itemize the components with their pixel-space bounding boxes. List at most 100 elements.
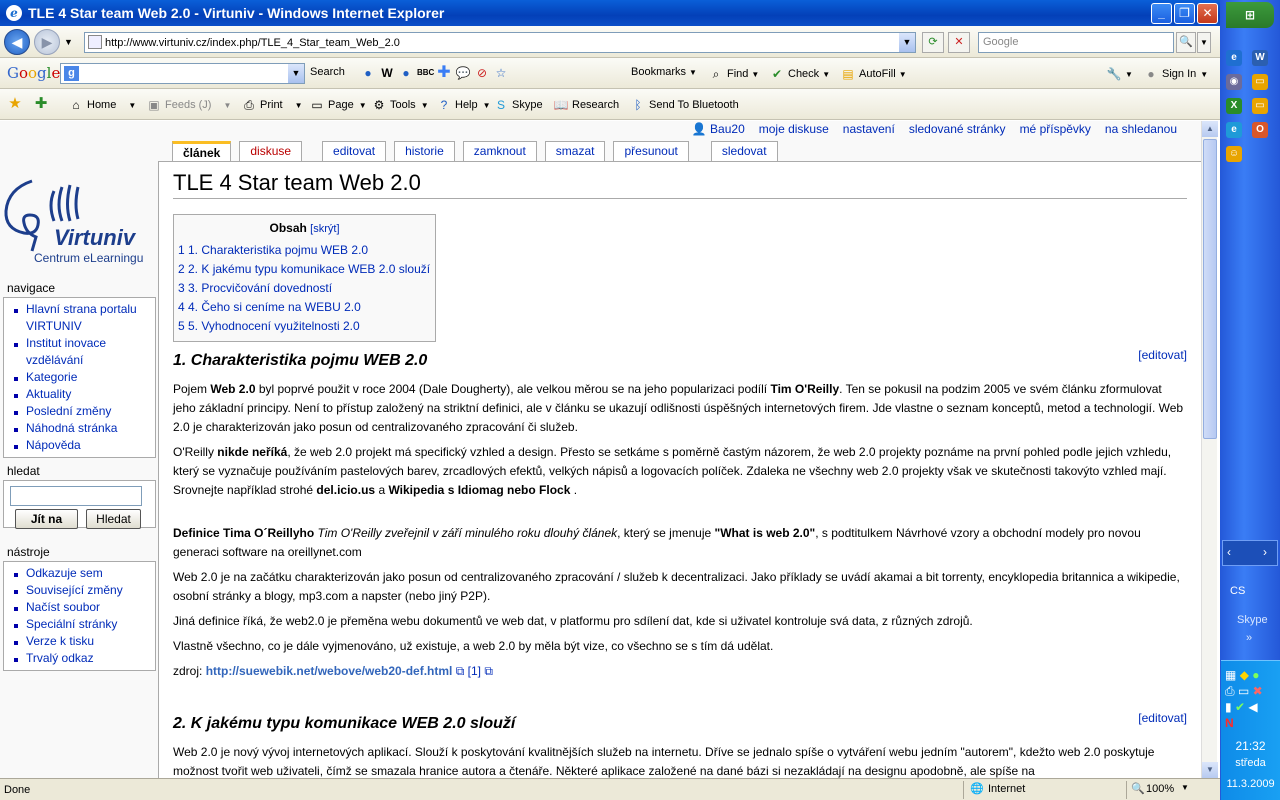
explorer-quicklaunch-icon[interactable]: ▭	[1252, 98, 1268, 114]
taskbar-next-icon[interactable]: ›	[1263, 545, 1267, 559]
forward-button[interactable]: ▶	[34, 28, 60, 55]
tool-upload[interactable]: Načíst soubor	[8, 599, 151, 616]
usb-icon[interactable]: ▮	[1225, 700, 1232, 714]
shield-icon[interactable]: ◆	[1240, 668, 1249, 682]
nav-item-main[interactable]: Hlavní strana portalu VIRTUNIV	[8, 301, 151, 335]
tab-protect[interactable]: zamknout	[462, 141, 537, 161]
site-logo[interactable]: Virtuniv Centrum eLearningu	[2, 171, 156, 269]
close-button[interactable]: ✕	[1197, 3, 1218, 24]
app-quicklaunch-icon[interactable]: e	[1226, 122, 1242, 138]
delicious-link[interactable]: del.icio.us	[316, 483, 375, 497]
outlook-quicklaunch-icon[interactable]: O	[1252, 122, 1268, 138]
bookmarks-button[interactable]: Bookmarks ▼	[631, 66, 697, 78]
stop-button[interactable]: ✕	[948, 32, 970, 53]
scroll-down-icon[interactable]: ▼	[1202, 762, 1218, 778]
maximize-button[interactable]: ❐	[1174, 3, 1195, 24]
reference-link[interactable]: [1]	[468, 664, 481, 678]
user-link[interactable]: 👤 Bau20	[692, 122, 745, 136]
find-button[interactable]: ⌕ Find ▼	[708, 66, 760, 82]
refresh-button[interactable]: ⟳	[922, 32, 944, 53]
word-quicklaunch-icon[interactable]: W	[1252, 50, 1268, 66]
google-search-input[interactable]: g ▼	[60, 63, 305, 84]
nav-item-categories[interactable]: Kategorie	[8, 369, 151, 386]
autofill-button[interactable]: ▤ AutoFill ▼	[840, 66, 906, 82]
tab-edit[interactable]: editovat	[322, 141, 387, 161]
favorites-star-icon[interactable]: ★	[7, 96, 23, 112]
status-icon[interactable]: ●	[1252, 668, 1259, 682]
zoom-dropdown-icon[interactable]: ▼	[1181, 783, 1189, 792]
edit-section-2-link[interactable]: [editovat]	[1138, 711, 1187, 725]
ie-quicklaunch-icon[interactable]: e	[1226, 50, 1242, 66]
clock-time[interactable]: 21:32	[1221, 739, 1280, 753]
tab-article[interactable]: článek	[172, 141, 232, 162]
toc-item-5[interactable]: 5 5. Vyhodnocení využitelnosti 2.0	[178, 317, 431, 336]
tool-print-version[interactable]: Verze k tisku	[8, 633, 151, 650]
tool-permalink[interactable]: Trvalý odkaz	[8, 650, 151, 667]
nav-item-help[interactable]: Nápověda	[8, 437, 151, 454]
back-button[interactable]: ◀	[4, 28, 30, 55]
watchlist-link[interactable]: sledované stránky	[909, 122, 1006, 136]
n-app-icon[interactable]: N	[1225, 716, 1234, 730]
history-dropdown-icon[interactable]: ▼	[64, 37, 73, 47]
sign-in-button[interactable]: ● Sign In ▼	[1143, 66, 1208, 82]
go-button[interactable]: Jít na	[15, 509, 78, 529]
globe-icon[interactable]: ●	[360, 65, 376, 81]
feeds-button[interactable]: ▣ Feeds (J) ▼	[146, 97, 231, 113]
popup-blocker-icon[interactable]: ⊘	[474, 65, 490, 81]
preferences-link[interactable]: nastavení	[843, 122, 895, 136]
my-talk-link[interactable]: moje diskuse	[759, 122, 829, 136]
nav-item-news[interactable]: Aktuality	[8, 386, 151, 403]
help-button[interactable]: ? Help ▼	[436, 97, 491, 113]
toc-item-2[interactable]: 2 2. K jakému typu komunikace WEB 2.0 sl…	[178, 260, 431, 279]
bluetooth-button[interactable]: ᛒ Send To Bluetooth	[630, 97, 738, 113]
page-button[interactable]: ▭ Page ▼	[309, 97, 366, 113]
messenger-quicklaunch-icon[interactable]: ☺	[1226, 146, 1242, 162]
search-options-icon[interactable]: ▼	[1197, 32, 1211, 53]
research-button[interactable]: 📖 Research	[553, 97, 620, 113]
tab-discussion[interactable]: diskuse	[239, 141, 303, 161]
tab-history[interactable]: historie	[394, 141, 455, 161]
network-icon[interactable]: ▦	[1225, 668, 1236, 682]
display-icon[interactable]: ▭	[1238, 684, 1249, 698]
address-field[interactable]: http://www.virtuniv.cz/index.php/TLE_4_S…	[84, 32, 916, 53]
spellcheck-button[interactable]: ✔ Check ▼	[769, 66, 830, 82]
home-button[interactable]: ⌂ Home ▼	[68, 97, 136, 113]
toc-item-1[interactable]: 1 1. Charakteristika pojmu WEB 2.0	[178, 241, 431, 260]
minimize-button[interactable]: _	[1151, 3, 1172, 24]
tool-related-changes[interactable]: Související změny	[8, 582, 151, 599]
nav-item-random[interactable]: Náhodná stránka	[8, 420, 151, 437]
search-input[interactable]: Google	[978, 32, 1174, 53]
media-quicklaunch-icon[interactable]: ◉	[1226, 74, 1242, 90]
check-tray-icon[interactable]: ✔	[1235, 700, 1245, 714]
nav-item-institute[interactable]: Institut inovace vzdělávání	[8, 335, 151, 369]
zoom-level[interactable]: 100%	[1146, 783, 1174, 795]
nav-item-recent[interactable]: Poslední změny	[8, 403, 151, 420]
toc-item-4[interactable]: 4 4. Čeho si ceníme na WEBU 2.0	[178, 298, 431, 317]
wiki-search-input[interactable]	[10, 486, 142, 506]
logout-link[interactable]: na shledanou	[1105, 122, 1177, 136]
tool-whatlinkshere[interactable]: Odkazuje sem	[8, 565, 151, 582]
start-button[interactable]: ⊞	[1226, 2, 1274, 28]
scroll-up-icon[interactable]: ▲	[1202, 121, 1218, 137]
toc-hide-link[interactable]: [skrýt]	[310, 223, 339, 235]
expand-icon[interactable]: »	[1246, 632, 1252, 644]
google-dropdown-icon[interactable]: ▼	[288, 64, 304, 83]
source-link[interactable]: http://suewebik.net/webove/web20-def.htm…	[206, 664, 453, 678]
bbc-icon[interactable]: BBC	[417, 65, 434, 81]
toc-item-3[interactable]: 3 3. Procvičování dovedností	[178, 279, 431, 298]
printer-icon[interactable]: ⎙	[1225, 684, 1235, 698]
plus-icon[interactable]: ✚	[436, 65, 452, 81]
wikipedia-icon[interactable]: W	[379, 65, 395, 81]
volume-icon[interactable]: ◀	[1248, 700, 1257, 714]
tab-watch[interactable]: sledovat	[710, 141, 778, 161]
taskbar-prev-icon[interactable]: ‹	[1227, 545, 1231, 559]
zoom-icon[interactable]: 🔍	[1131, 782, 1145, 795]
globe-icon-2[interactable]: ●	[398, 65, 414, 81]
add-favorite-icon[interactable]: ✚	[33, 96, 49, 112]
chat-icon[interactable]: 💬	[455, 65, 471, 81]
address-dropdown-icon[interactable]: ▼	[899, 33, 915, 52]
scroll-thumb[interactable]	[1203, 139, 1217, 439]
tool-special-pages[interactable]: Speciální stránky	[8, 616, 151, 633]
edit-section-1-link[interactable]: [editovat]	[1138, 348, 1187, 362]
contributions-link[interactable]: mé příspěvky	[1020, 122, 1091, 136]
